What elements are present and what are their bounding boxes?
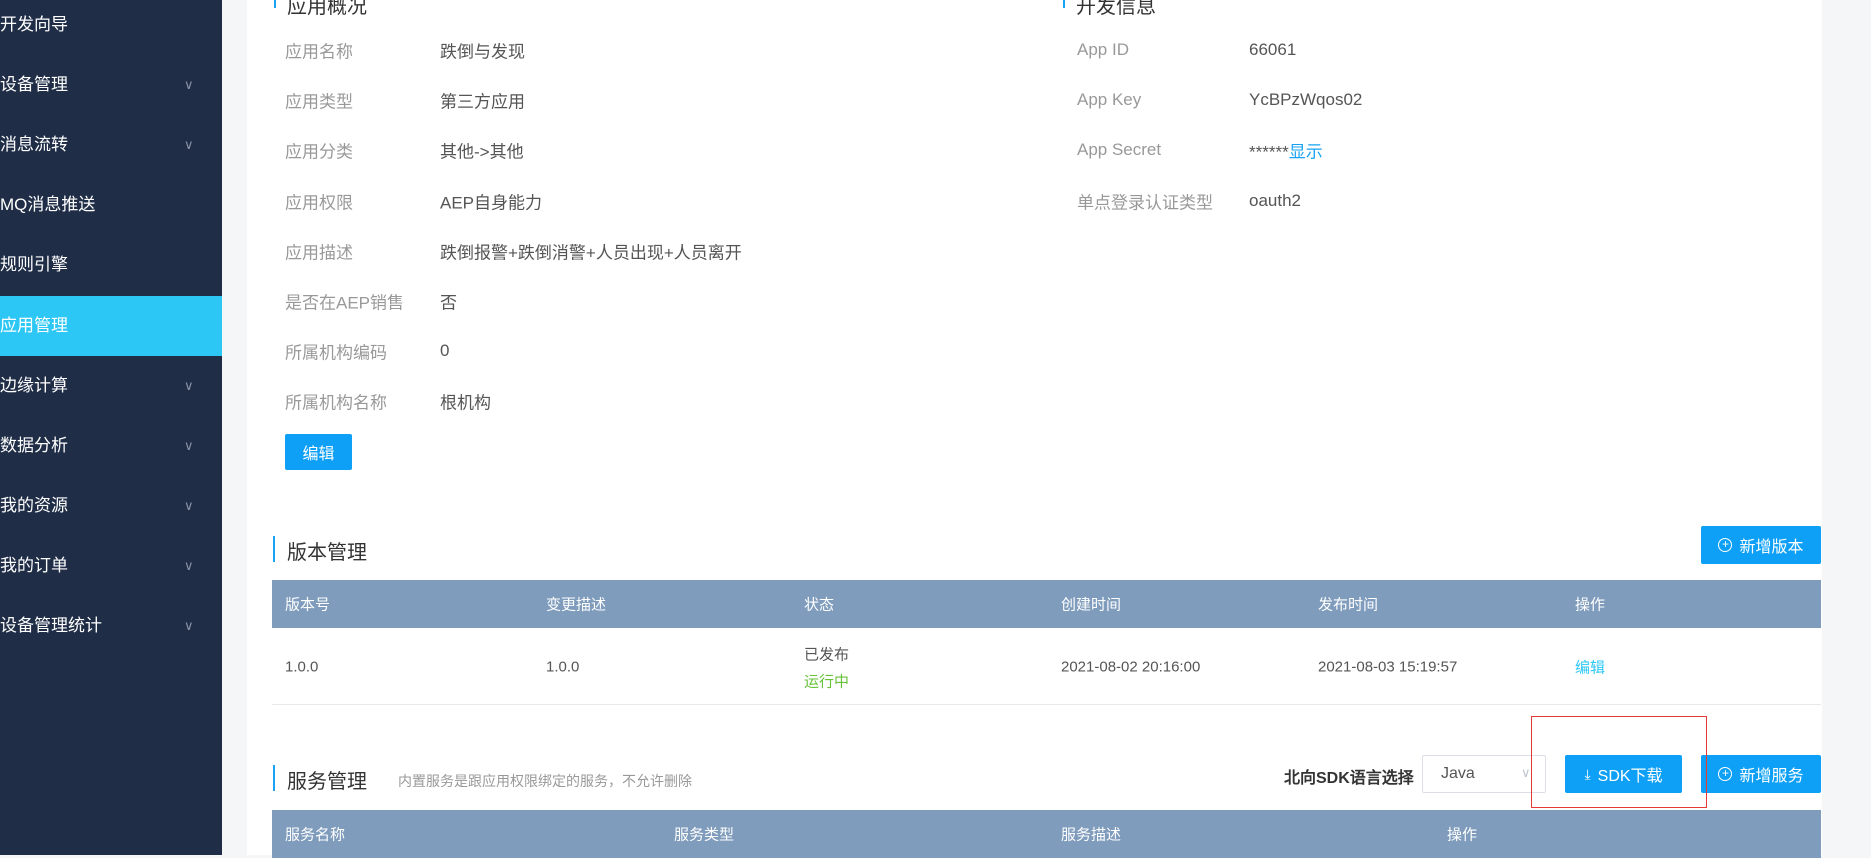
section-marker [274,0,276,8]
edit-app-button[interactable]: 编辑 [285,434,352,470]
sdk-language-value: Java [1441,765,1475,782]
version-published: 2021-08-03 15:19:57 [1318,658,1458,676]
sidebar-item-label: 边缘计算 [0,375,68,395]
sidebar-item-label: 我的资源 [0,495,68,515]
overview-title: 应用概况 [287,0,367,18]
sidebar-item[interactable]: 开发向导 [0,0,222,55]
dev-info-title: 开发信息 [1076,0,1156,18]
sdk-language-label: 北向SDK语言选择 [1284,770,1414,787]
sidebar-item-label: 数据分析 [0,435,68,455]
field-label: 应用权限 [285,193,353,213]
field-value: 第三方应用 [440,92,525,112]
sidebar: 开发向导 设备管理 ∨ 消息流转 ∨ MQ消息推送 规则引擎 应用管理 边缘计算 ∨ 数据分析 ∨ 我的… [0,0,222,855]
field-label: 所属机构名称 [285,393,387,413]
add-service-button[interactable]: + 新增服务 [1701,755,1821,793]
add-version-button[interactable]: + 新增版本 [1701,526,1821,564]
column-header: 操作 [1575,596,1606,614]
field-label: 是否在AEP销售 [285,293,405,313]
version-desc: 1.0.0 [546,658,580,676]
field-label: 单点登录认证类型 [1077,193,1213,213]
sidebar-item-label: 规则引擎 [0,255,68,275]
sidebar-item[interactable]: 我的订单 ∨ [0,536,222,596]
chevron-down-icon: ∨ [184,497,194,513]
field-value: 0 [440,341,450,361]
sidebar-item[interactable]: 消息流转 ∨ [0,115,222,175]
column-header: 变更描述 [546,596,607,614]
sidebar-item-label: 设备管理统计 [0,616,102,635]
field-value-text: oauth2 [1249,190,1301,210]
field-value: AEP自身能力 [440,193,543,213]
add-version-label: 新增版本 [1739,539,1804,556]
sidebar-item[interactable]: 边缘计算 ∨ [0,356,222,416]
field-value-text: 66061 [1249,40,1297,59]
column-header: 服务描述 [1061,826,1122,844]
version-status: 已发布 [804,646,850,664]
version-created: 2021-08-02 20:16:00 [1061,658,1201,676]
field-value: 66061 [1249,40,1296,60]
chevron-down-icon: ∨ [184,618,194,633]
field-label: 应用名称 [285,42,353,62]
sidebar-item[interactable]: 设备管理 ∨ [0,55,222,115]
field-label: 应用类型 [285,92,353,112]
services-note: 内置服务是跟应用权限绑定的服务，不允许删除 [398,773,692,789]
sidebar-item[interactable]: 规则引擎 [0,235,222,295]
version-run-status: 运行中 [804,673,850,691]
sidebar-item-label: 消息流转 [0,135,68,155]
services-table-header [272,810,1821,858]
field-value: 跌倒报警+跌倒消警+人员出现+人员离开 [440,243,742,263]
chevron-down-icon: ∨ [184,137,194,153]
field-label: App ID [1077,40,1129,59]
versions-title: 版本管理 [287,542,367,564]
field-value: YcBPzWqos02 [1249,90,1362,110]
sidebar-item[interactable]: 数据分析 ∨ [0,416,222,476]
version-edit-link[interactable]: 编辑 [1575,657,1605,678]
sidebar-item[interactable]: MQ消息推送 [0,175,222,235]
services-title: 服务管理 [287,771,367,793]
field-value: ******显示 [1249,138,1323,163]
chevron-down-icon: ∨ [184,437,194,453]
add-service-label: 新增服务 [1739,768,1804,785]
plus-circle-icon: + [1718,767,1733,781]
sdk-language-select[interactable]: Java ∨ [1422,755,1546,793]
column-header: 服务名称 [285,826,346,844]
column-header: 版本号 [285,596,331,614]
field-value: 否 [440,293,457,313]
sidebar-item[interactable]: 设备管理统计 ∨ [0,596,222,656]
column-header: 操作 [1447,826,1478,844]
column-header: 创建时间 [1061,596,1122,614]
field-label: App Key [1077,90,1142,110]
sidebar-item[interactable]: 我的资源 ∨ [0,476,222,536]
field-value: 其他->其他 [440,142,524,162]
sidebar-item-label: 应用管理 [0,315,68,335]
chevron-down-icon: ∨ [184,557,194,573]
show-secret-link[interactable]: 显示 [1289,143,1323,162]
sidebar-item-label: 开发向导 [0,15,68,34]
field-value: oauth2 [1249,191,1301,211]
field-label: 应用分类 [285,142,353,162]
field-label: 应用描述 [285,243,353,263]
chevron-down-icon: ∨ [1521,765,1531,780]
plus-circle-icon: + [1718,538,1733,552]
version-number: 1.0.0 [285,658,319,676]
sidebar-item-label: 设备管理 [0,75,68,95]
column-header: 服务类型 [674,826,735,844]
field-label: App Secret [1077,140,1162,160]
section-marker [273,536,275,562]
chevron-down-icon: ∨ [184,377,194,393]
column-header: 状态 [804,596,835,614]
field-label: 所属机构编码 [285,343,387,363]
sidebar-item-label: 我的订单 [0,555,68,575]
sidebar-item-label: MQ消息推送 [0,195,96,215]
field-value-text: YcBPzWqos02 [1249,90,1363,110]
field-value: 根机构 [440,393,491,413]
highlight-box [1531,716,1707,808]
chevron-down-icon: ∨ [184,77,194,93]
section-marker [1063,0,1065,8]
section-marker [273,765,275,791]
sidebar-item[interactable]: 应用管理 [0,295,222,356]
field-value: 跌倒与发现 [440,42,525,62]
column-header: 发布时间 [1318,596,1379,614]
field-value-text: ****** [1249,142,1289,162]
